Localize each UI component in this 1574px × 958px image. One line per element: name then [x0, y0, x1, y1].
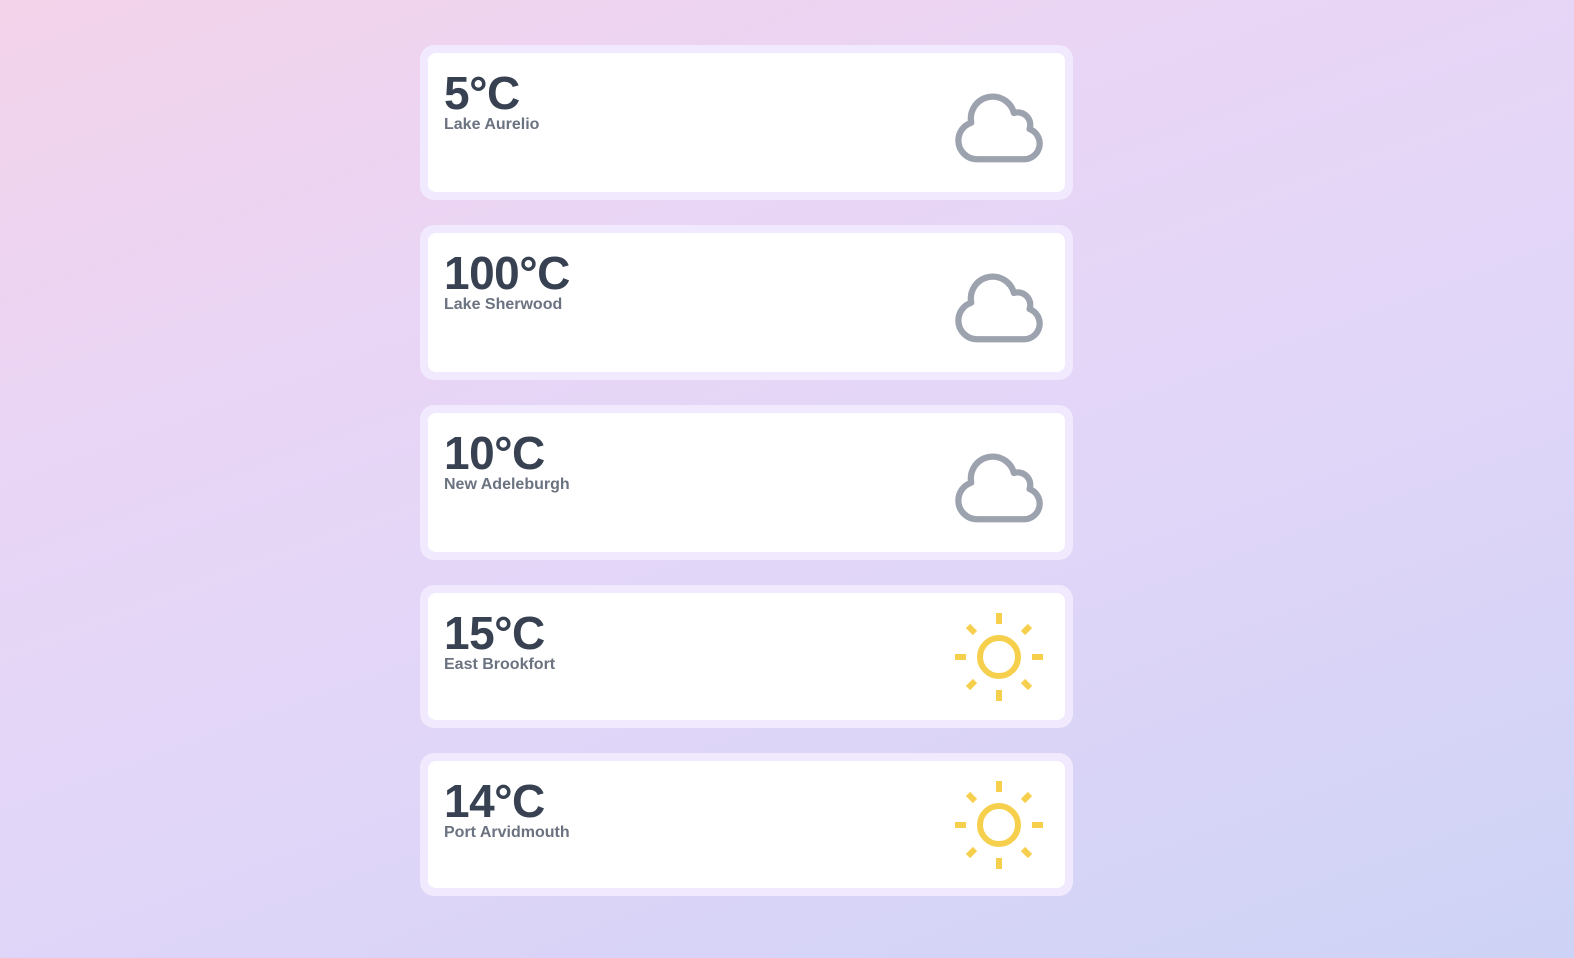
weather-page: { "colors": { "temperature_text": "#3741…: [0, 0, 1574, 958]
cloud-icon: [955, 93, 1043, 163]
cloud-icon: [955, 273, 1043, 343]
weather-card-list: 5°C Lake Aurelio 100°C Lake Sherwood 10°…: [420, 45, 1073, 921]
sun-icon: [955, 781, 1043, 869]
weather-card[interactable]: 15°C East Brookfort: [420, 585, 1073, 728]
weather-card[interactable]: 10°C New Adeleburgh: [420, 405, 1073, 560]
weather-card-body: 14°C Port Arvidmouth: [428, 761, 1065, 888]
cloud-icon: [955, 453, 1043, 523]
weather-card-body: 100°C Lake Sherwood: [428, 233, 1065, 372]
weather-card[interactable]: 5°C Lake Aurelio: [420, 45, 1073, 200]
weather-card[interactable]: 14°C Port Arvidmouth: [420, 753, 1073, 896]
weather-card-body: 5°C Lake Aurelio: [428, 53, 1065, 192]
weather-card-body: 15°C East Brookfort: [428, 593, 1065, 720]
sun-icon: [955, 613, 1043, 701]
weather-card-body: 10°C New Adeleburgh: [428, 413, 1065, 552]
weather-card[interactable]: 100°C Lake Sherwood: [420, 225, 1073, 380]
